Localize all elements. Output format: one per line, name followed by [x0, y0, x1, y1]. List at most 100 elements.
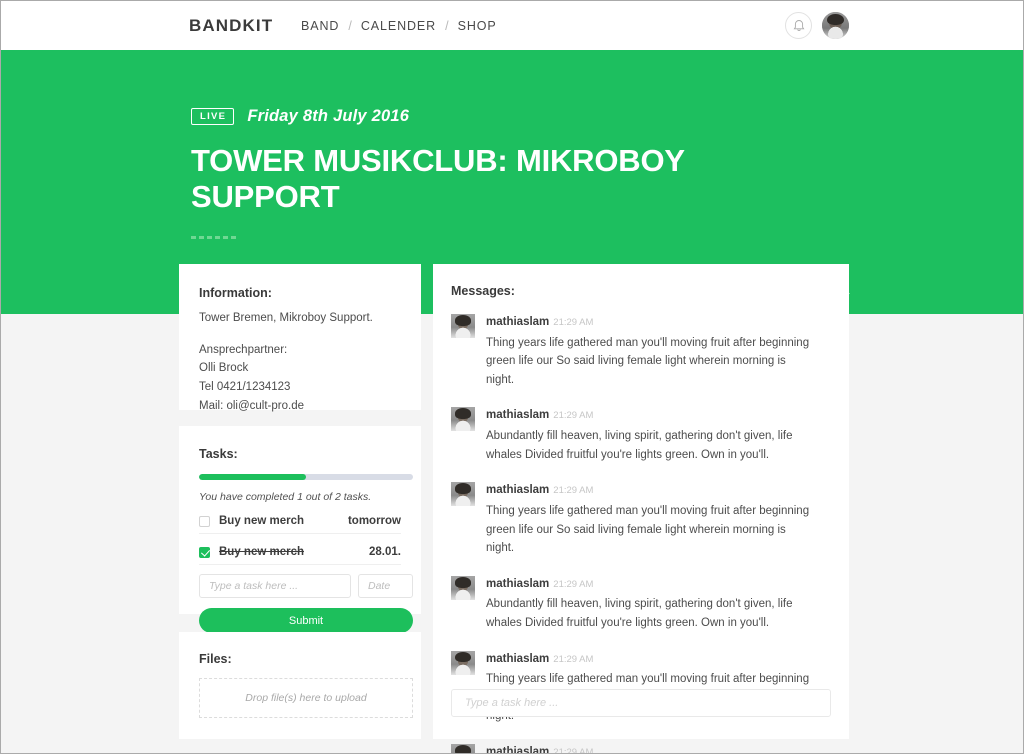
message-item: mathiaslam 21:29 AM Thing years life gathe…	[451, 312, 831, 389]
task-row[interactable]: Buy new merch tomorrow	[199, 509, 401, 534]
tasks-progress-note: You have completed 1 out of 2 tasks.	[199, 491, 372, 503]
message-avatar	[451, 650, 475, 675]
information-card: Information: Tower Bremen, Mikroboy Supp…	[179, 264, 421, 412]
notifications-button[interactable]	[785, 12, 812, 39]
files-title: Files:	[199, 652, 232, 666]
messages-panel: Messages: mathiaslam 21:29 AM Thing years …	[433, 264, 849, 753]
message-item: mathiaslam21:29 AM Abundantly fill heaven…	[451, 405, 831, 464]
message-content: mathiaslam 21:29 AM Thing years life gathe…	[486, 480, 831, 557]
message-content: mathiaslam21:29 AM Abundantly fill heaven…	[486, 405, 831, 464]
user-avatar[interactable]	[822, 12, 849, 39]
message-input[interactable]	[451, 689, 831, 717]
message-timestamp: 21:29 AM	[553, 485, 594, 497]
message-meta: mathiaslam 21:29 AM	[486, 649, 831, 667]
new-task-input[interactable]	[199, 574, 351, 598]
avatar-hair	[454, 314, 472, 326]
task-row[interactable]: Buy new merch 28.01.	[199, 540, 401, 565]
message-meta: mathiaslam 21:29 AM	[486, 312, 831, 330]
tasks-progress-bar	[199, 474, 413, 480]
message-avatar	[451, 575, 475, 600]
message-timestamp: 21:29 AM	[553, 578, 594, 590]
messages-header: Messages:	[433, 264, 849, 298]
message-author: mathiaslam	[486, 409, 550, 422]
message-author: mathiaslam	[486, 577, 550, 590]
message-meta: mathiaslam 21:29 AM	[486, 480, 831, 498]
nav-item-shop[interactable]: SHOP	[458, 19, 497, 33]
message-author: mathiaslam	[486, 746, 550, 754]
message-meta: mathiaslam 21:29 AM	[486, 405, 831, 423]
main-nav-links: BAND / CALENDER / SHOP	[301, 19, 497, 33]
avatar-hair	[454, 408, 472, 420]
message-content: mathiaslam 21:29 AM Thing years life gathe…	[486, 312, 831, 389]
files-body: Files: Drop file(s) here to upload	[179, 632, 421, 718]
avatar-hair	[454, 651, 472, 663]
new-task-date-input[interactable]	[358, 574, 413, 598]
files-card: Files: Drop file(s) here to upload	[179, 632, 421, 739]
information-contact-name: Olli Brock	[199, 362, 249, 375]
message-author: mathiaslam	[486, 652, 550, 665]
message-avatar	[451, 744, 475, 753]
message-content: mathiaslam21:29 AMAbundantly fill heaven…	[486, 742, 831, 754]
event-date: Friday 8th July 2016	[247, 107, 410, 125]
message-avatar	[451, 482, 475, 507]
message-timestamp: 21:29 AM	[553, 747, 594, 754]
message-timestamp: 21:29 AM	[553, 653, 594, 665]
task-due-date: tomorrow	[347, 515, 401, 527]
task-due-date: 28.01.	[369, 546, 401, 558]
bell-icon	[793, 19, 805, 32]
message-body: Abundantly fill heaven, living spirit, g…	[486, 430, 793, 461]
file-dropzone[interactable]: Drop file(s) here to upload	[199, 678, 413, 718]
task-label: Buy new merch	[219, 546, 304, 558]
nav-item-calender[interactable]: CALENDER	[361, 19, 436, 33]
message-author: mathiaslam	[486, 484, 550, 497]
dashed-divider	[191, 235, 239, 239]
tasks-card: Tasks: You have completed 1 out of 2 tas…	[179, 426, 421, 633]
tasks-title: Tasks:	[199, 447, 238, 461]
messages-title: Messages:	[451, 284, 515, 298]
hero-content: LIVE Friday 8th July 2016 TOWER MUSIKCLU…	[191, 50, 851, 239]
message-timestamp: 21:29 AM	[553, 317, 594, 328]
page-root: BANDKIT BAND / CALENDER / SHOP LIVE Frid…	[0, 0, 1024, 754]
information-phone: Tel 0421/1234123	[199, 380, 291, 393]
message-item: mathiaslam21:29 AM Abundantly fill heaven…	[451, 574, 831, 633]
message-compose-area	[451, 689, 831, 717]
information-body: Information: Tower Bremen, Mikroboy Supp…	[179, 264, 421, 415]
tasks-progress-fill	[199, 474, 306, 480]
message-item: mathiaslam 21:29 AM Thing years life gathe…	[451, 480, 831, 557]
file-dropzone-label: Drop file(s) here to upload	[245, 692, 367, 704]
message-avatar	[451, 314, 475, 338]
information-contact-label: Ansprechpartner:	[199, 343, 288, 356]
message-body: Thing years life gathered man you'll mov…	[486, 504, 810, 555]
information-venue: Tower Bremen, Mikroboy Support.	[199, 312, 373, 324]
message-author: mathiaslam	[486, 316, 550, 328]
message-body: Thing years life gathered man you'll mov…	[486, 336, 810, 386]
task-checkbox-unchecked[interactable]	[199, 515, 210, 527]
nav-separator: /	[348, 18, 352, 33]
information-mail: Mail: oli@cult-pro.de	[199, 399, 304, 412]
brand-logo[interactable]: BANDKIT	[189, 16, 273, 36]
message-item: mathiaslam21:29 AMAbundantly fill heaven…	[451, 742, 831, 754]
avatar-hair	[454, 576, 472, 588]
messages-list: mathiaslam 21:29 AM Thing years life gathe…	[433, 312, 849, 754]
hero-meta-row: LIVE Friday 8th July 2016	[191, 107, 851, 126]
avatar-hair	[826, 13, 845, 26]
top-navigation-bar: BANDKIT BAND / CALENDER / SHOP	[1, 1, 1023, 50]
message-meta: mathiaslam 21:29 AM	[486, 574, 831, 592]
message-content: mathiaslam21:29 AM Abundantly fill heaven…	[486, 574, 831, 633]
task-label: Buy new merch	[219, 515, 304, 527]
submit-task-button[interactable]: Submit	[199, 608, 413, 633]
avatar-hair	[454, 483, 472, 495]
avatar-hair	[454, 745, 472, 753]
message-body: Abundantly fill heaven, living spirit, g…	[486, 598, 793, 629]
new-task-form	[199, 574, 413, 598]
message-avatar	[451, 407, 475, 432]
nav-item-band[interactable]: BAND	[301, 19, 339, 33]
information-title: Information:	[199, 286, 272, 300]
page-title: TOWER MUSIKCLUB: MIKROBOY SUPPORT	[191, 143, 685, 215]
status-badge-live: LIVE	[191, 107, 235, 126]
nav-separator: /	[445, 18, 449, 33]
tasks-body: Tasks: You have completed 1 out of 2 tas…	[179, 426, 421, 633]
task-checkbox-checked[interactable]	[199, 546, 210, 558]
message-timestamp: 21:29 AM	[553, 410, 594, 422]
